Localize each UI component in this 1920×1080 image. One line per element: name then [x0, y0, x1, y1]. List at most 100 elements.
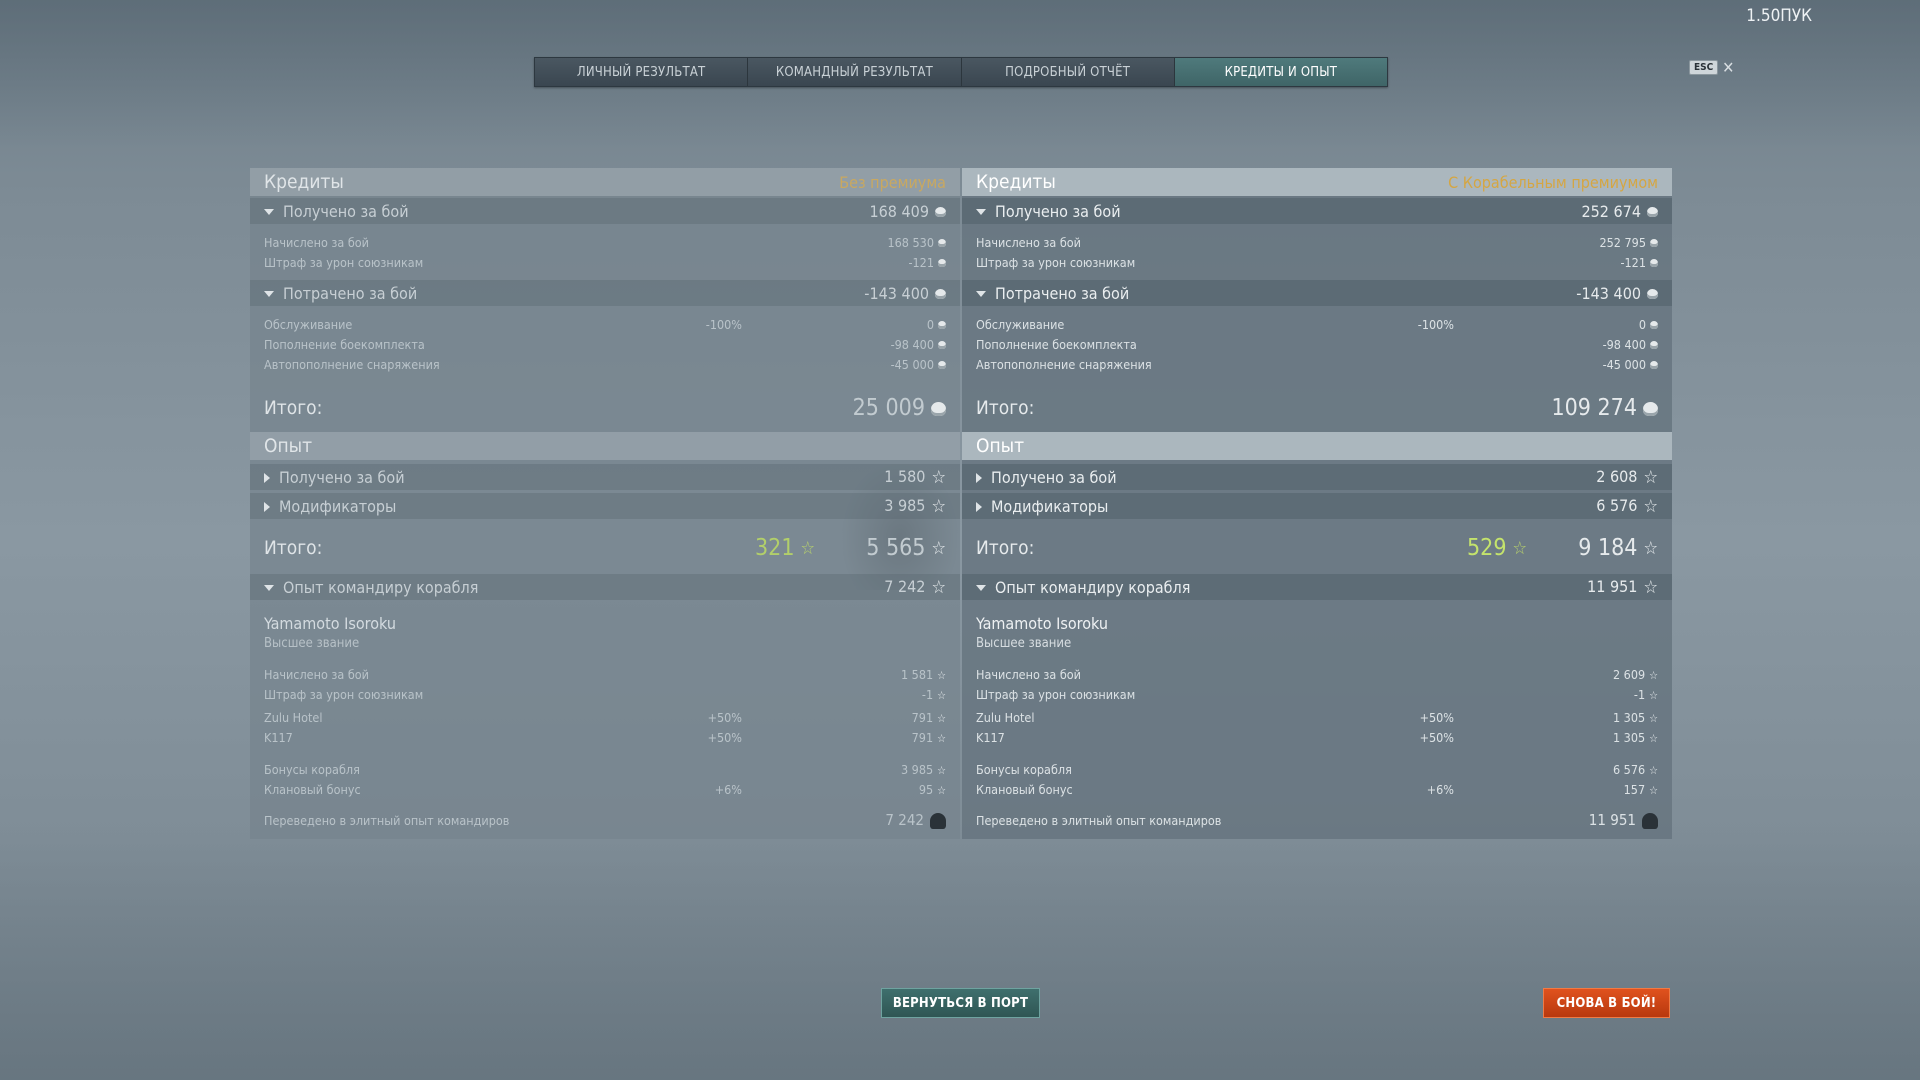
client-version: 1.50ПУК: [1746, 6, 1812, 26]
xp-item-label: Штраф за урон союзникам: [976, 686, 1136, 702]
star-icon: ☆: [1649, 731, 1658, 745]
xp-item-row: K117 +50% 791 ☆: [250, 727, 960, 747]
free-xp-value: 321: [755, 535, 795, 561]
xp-item-modifier: +6%: [1426, 781, 1454, 797]
xp-modifiers-row[interactable]: Модификаторы 3 985 ☆: [250, 493, 960, 519]
commander-elite-icon: [930, 812, 946, 829]
xp-item-value: 1 305: [1612, 729, 1646, 745]
xp-total-row: Итого: 321 ☆ 5 565 ☆: [250, 528, 960, 568]
free-xp-star-icon: ☆: [800, 538, 816, 559]
xp-item-modifier: +50%: [707, 709, 742, 725]
credits-total-label: Итого:: [264, 397, 323, 419]
star-icon: ☆: [937, 688, 946, 702]
credits-icon: [935, 207, 946, 217]
credits-item-value: -121: [908, 254, 934, 270]
credits-total-label: Итого:: [976, 397, 1035, 419]
tab-credits-and-xp[interactable]: КРЕДИТЫ И ОПЫТ: [1174, 58, 1387, 86]
credits-item-modifier: -100%: [705, 316, 742, 332]
credits-icon: [1650, 239, 1658, 247]
credits-total-value: 109 274: [1551, 395, 1637, 421]
tab-personal-result[interactable]: ЛИЧНЫЙ РЕЗУЛЬТАТ: [535, 58, 749, 86]
star-icon: ☆: [931, 576, 946, 598]
xp-modifiers-row[interactable]: Модификаторы 6 576 ☆: [962, 493, 1672, 519]
xp-earned-label: Получено за бой: [991, 467, 1117, 487]
credits-earned-value: 168 409: [869, 201, 929, 221]
credits-item-value: -98 400: [890, 336, 934, 352]
xp-item-row: Начислено за бой 1 581 ☆: [250, 664, 960, 684]
credits-icon: [1650, 341, 1658, 349]
xp-title: Опыт: [976, 435, 1025, 457]
elite-xp-label: Переведено в элитный опыт командиров: [264, 812, 510, 828]
credits-spent-value: -143 400: [864, 283, 929, 303]
credits-header: Кредиты Без премиума: [250, 168, 960, 196]
star-icon: ☆: [931, 538, 946, 559]
xp-item-label: Начислено за бой: [976, 666, 1081, 682]
credits-item-label: Автопополнение снаряжения: [264, 356, 440, 372]
xp-total-value: 5 565: [866, 535, 926, 561]
credits-item-label: Пополнение боекомплекта: [264, 336, 425, 352]
return-to-port-button[interactable]: ВЕРНУТЬСЯ В ПОРТ: [881, 988, 1040, 1018]
commander-rank-row: Высшее звание: [250, 634, 960, 652]
account-mode-label: Без премиума: [839, 172, 946, 192]
credits-total-value: 25 009: [852, 395, 925, 421]
credits-spent-row[interactable]: Потрачено за бой -143 400: [250, 280, 960, 306]
credits-item-label: Начислено за бой: [264, 234, 369, 250]
sea-background-bottom: [0, 820, 1920, 1080]
xp-item-row: Штраф за урон союзникам -1 ☆: [962, 684, 1672, 704]
xp-item-value: 1 305: [1612, 709, 1646, 725]
commander-xp-row[interactable]: Опыт командиру корабля 7 242 ☆: [250, 574, 960, 600]
commander-name: Yamamoto Isoroku: [976, 613, 1108, 633]
expand-arrow-icon: [976, 502, 982, 512]
star-icon: ☆: [937, 711, 946, 725]
xp-modifiers-value: 6 576: [1596, 495, 1638, 515]
star-icon: ☆: [937, 783, 946, 797]
credits-item-row: Автопополнение снаряжения -45 000: [250, 354, 960, 374]
xp-item-row: Штраф за урон союзникам -1 ☆: [250, 684, 960, 704]
xp-item-modifier: +6%: [714, 781, 742, 797]
credits-icon: [1643, 401, 1658, 416]
collapse-arrow-icon: [976, 209, 986, 215]
xp-earned-value: 2 608: [1596, 466, 1638, 486]
credits-item-row: Начислено за бой 252 795: [962, 232, 1672, 252]
xp-header: Опыт: [250, 432, 960, 460]
close-button[interactable]: ESC ✕: [1689, 59, 1734, 75]
commander-xp-label: Опыт командиру корабля: [995, 577, 1191, 597]
xp-item-label: K117: [976, 729, 1005, 745]
credits-item-value: 252 795: [1599, 234, 1647, 250]
credits-item-row: Обслуживание -100% 0: [962, 314, 1672, 334]
xp-earned-row[interactable]: Получено за бой 2 608 ☆: [962, 464, 1672, 490]
credits-item-value: 168 530: [887, 234, 935, 250]
credits-earned-label: Получено за бой: [283, 201, 409, 221]
credits-earned-row[interactable]: Получено за бой 252 674: [962, 198, 1672, 224]
credits-icon: [1647, 289, 1658, 299]
credits-icon: [1650, 259, 1658, 267]
elite-xp-value: 7 242: [885, 811, 924, 829]
xp-item-value: 791: [911, 729, 934, 745]
commander-xp-row[interactable]: Опыт командиру корабля 11 951 ☆: [962, 574, 1672, 600]
battle-again-button[interactable]: СНОВА В БОЙ!: [1543, 988, 1670, 1018]
credits-item-row: Пополнение боекомплекта -98 400: [250, 334, 960, 354]
xp-item-row: Клановый бонус +6% 95 ☆: [250, 779, 960, 799]
results-tabs: ЛИЧНЫЙ РЕЗУЛЬТАТ КОМАНДНЫЙ РЕЗУЛЬТАТ ПОД…: [534, 57, 1388, 87]
collapse-arrow-icon: [264, 209, 274, 215]
xp-item-label: Zulu Hotel: [976, 709, 1035, 725]
credits-spent-label: Потрачено за бой: [283, 283, 418, 303]
credits-item-label: Обслуживание: [976, 316, 1065, 332]
star-icon: ☆: [931, 466, 946, 488]
tab-team-result[interactable]: КОМАНДНЫЙ РЕЗУЛЬТАТ: [748, 58, 962, 86]
esc-key-hint: ESC: [1689, 60, 1719, 75]
xp-item-value: -1: [921, 686, 934, 702]
star-icon: ☆: [1643, 495, 1658, 517]
elite-xp-label: Переведено в элитный опыт командиров: [976, 812, 1222, 828]
xp-earned-row[interactable]: Получено за бой 1 580 ☆: [250, 464, 960, 490]
panel-with-premium: Кредиты С Корабельным премиумом Получено…: [962, 168, 1672, 839]
credits-icon: [935, 289, 946, 299]
xp-item-modifier: +50%: [707, 729, 742, 745]
credits-earned-label: Получено за бой: [995, 201, 1121, 221]
credits-earned-row[interactable]: Получено за бой 168 409: [250, 198, 960, 224]
credits-spent-label: Потрачено за бой: [995, 283, 1130, 303]
credits-spent-row[interactable]: Потрачено за бой -143 400: [962, 280, 1672, 306]
credits-item-label: Начислено за бой: [976, 234, 1081, 250]
commander-rank-row: Высшее звание: [962, 634, 1672, 652]
tab-detailed-report[interactable]: ПОДРОБНЫЙ ОТЧЁТ: [961, 58, 1175, 86]
